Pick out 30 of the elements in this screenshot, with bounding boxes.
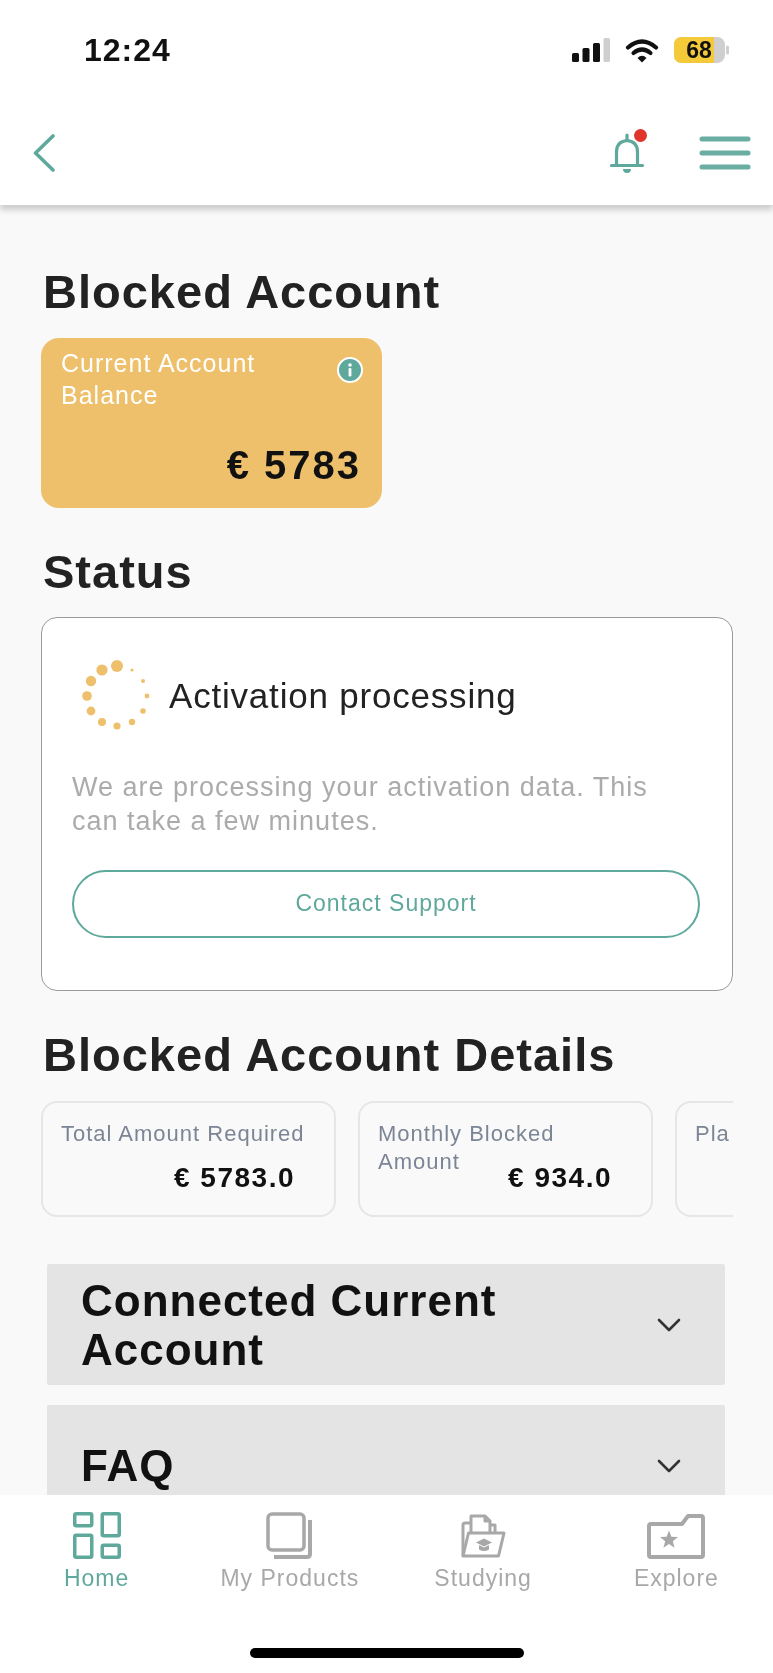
battery-icon <box>674 37 729 63</box>
detail-label: Total Amount Required <box>61 1120 305 1148</box>
back-icon[interactable] <box>32 133 56 172</box>
signal-icon <box>572 38 610 62</box>
status-title: Activation processing <box>169 675 517 716</box>
detail-value: € 5783.0 <box>174 1161 295 1195</box>
nav-tab[interactable]: Explore <box>633 1512 719 1592</box>
accordion-header[interactable]: FAQ <box>47 1405 725 1495</box>
grid-icon <box>72 1512 121 1559</box>
wifi-icon <box>625 37 659 63</box>
contact-support-button[interactable]: Contact Support <box>72 869 700 938</box>
nav-tab[interactable]: My Products <box>220 1512 360 1592</box>
page-title: Blocked Account <box>43 265 441 319</box>
folder-star-icon <box>646 1512 707 1559</box>
balance-label: Current Account Balance <box>61 348 257 411</box>
folder-graduation-cap-icon <box>460 1512 507 1559</box>
nav-tab[interactable]: Studying <box>434 1512 532 1592</box>
stacked-squares-icon <box>265 1512 314 1559</box>
battery-percent: 68 <box>686 38 712 62</box>
accordion-header[interactable]: Connected Current Account <box>47 1264 725 1385</box>
info-icon[interactable] <box>337 357 363 383</box>
menu-icon[interactable] <box>699 135 751 170</box>
balance-amount: € 5783 <box>226 442 361 488</box>
nav-tab[interactable]: Home <box>63 1512 130 1592</box>
section-heading: Blocked Account Details <box>43 1028 616 1082</box>
bell-icon[interactable] <box>609 131 645 174</box>
status-description: We are processing your activation data. This can take a few minutes. <box>72 770 649 838</box>
detail-label: Pla <box>695 1120 730 1148</box>
section-heading: Status <box>43 545 193 599</box>
status-time: 12:24 <box>84 31 171 69</box>
